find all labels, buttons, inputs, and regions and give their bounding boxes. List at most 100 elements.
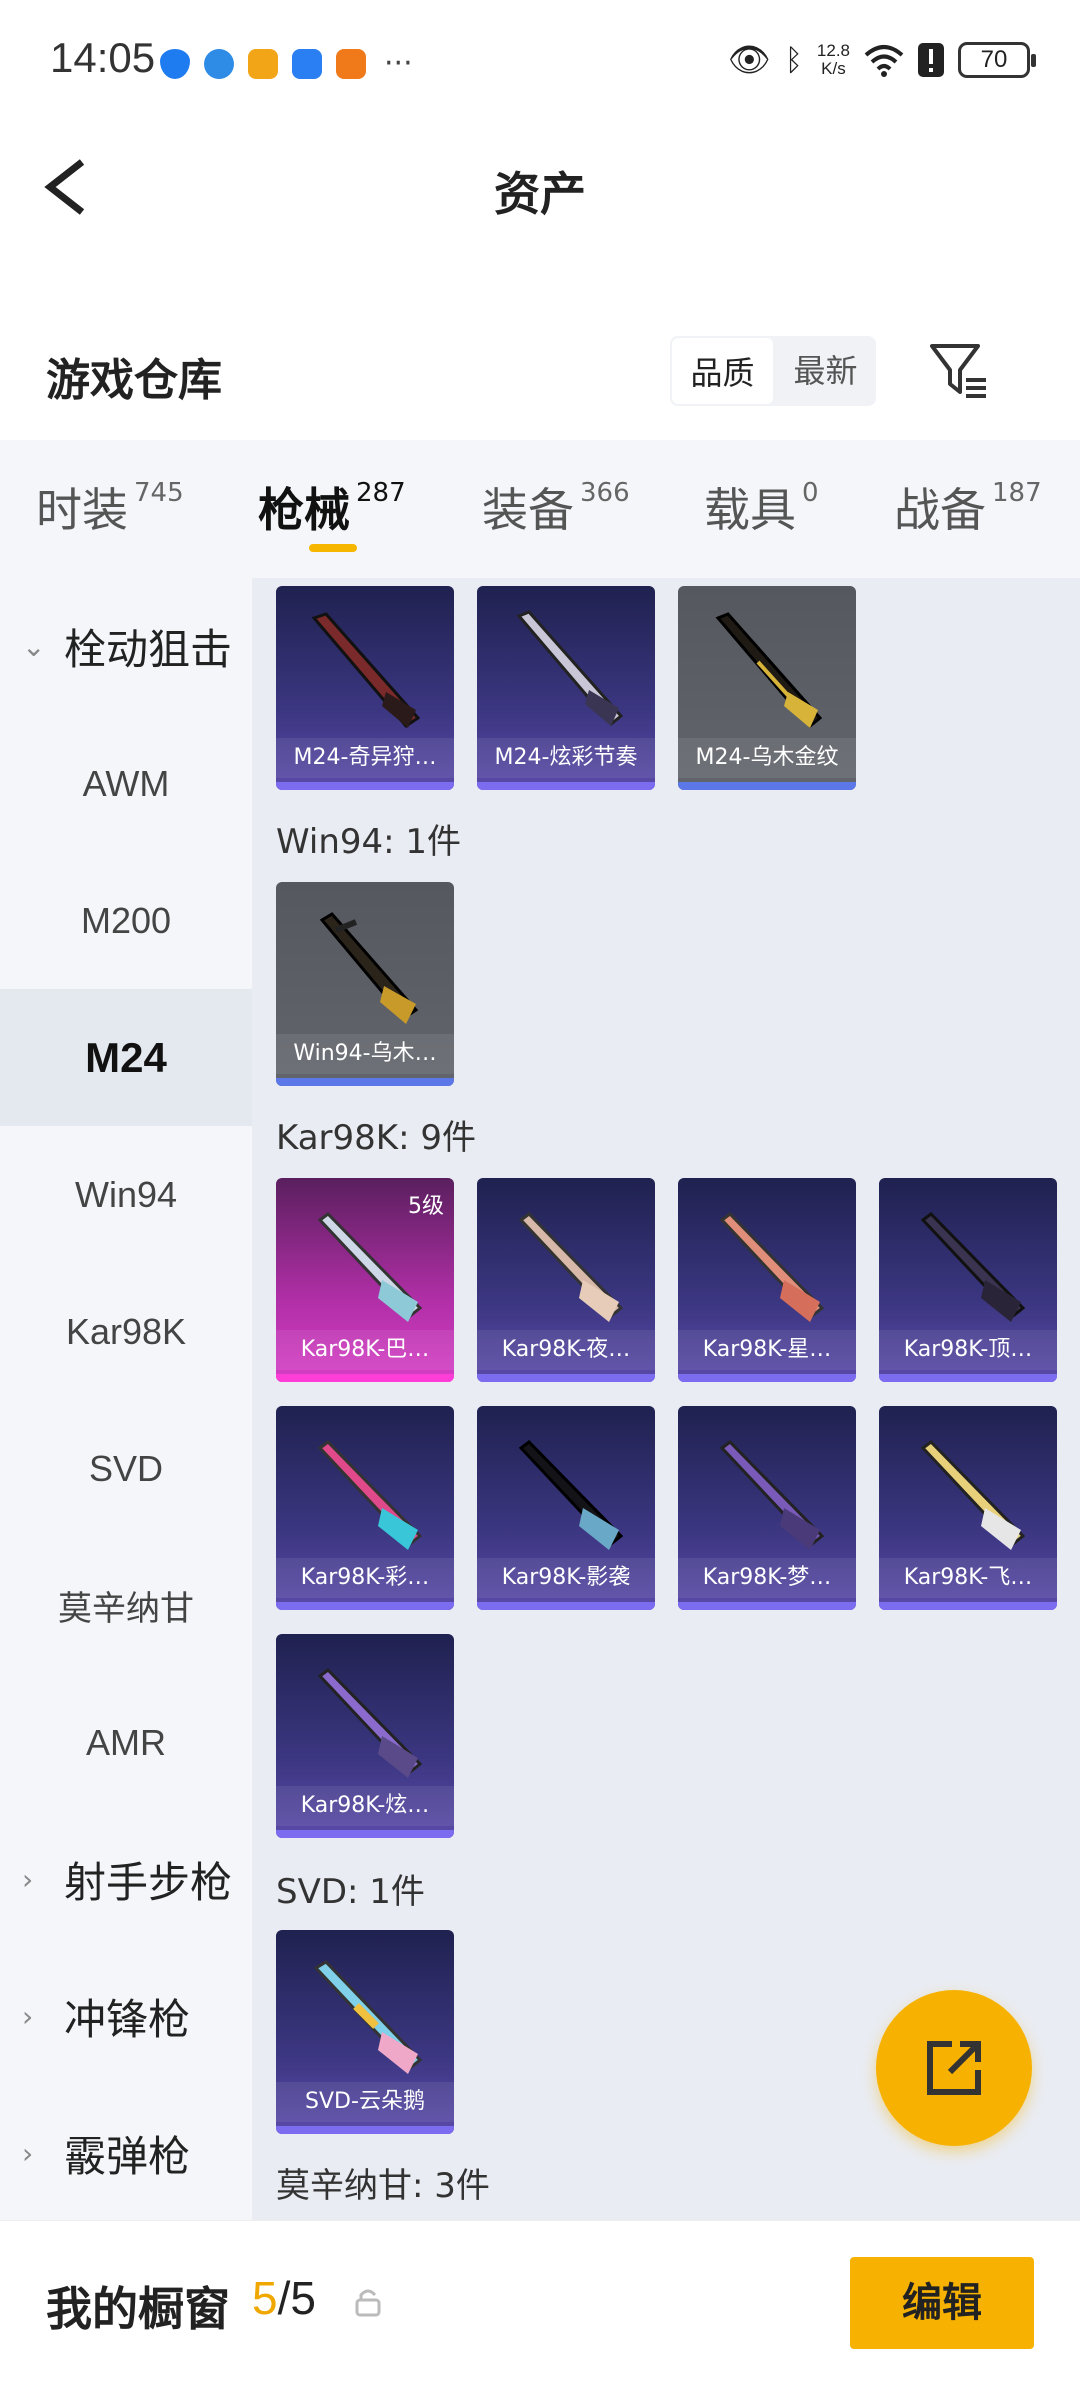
item-card[interactable]: Kar98K-梦… xyxy=(678,1406,856,1610)
item-card[interactable]: 5级 Kar98K-巴… xyxy=(276,1178,454,1382)
tab-count: 366 xyxy=(580,478,630,508)
item-name: Kar98K-影袭 xyxy=(477,1558,655,1598)
tab-firearms[interactable]: 枪械 287 xyxy=(258,474,406,540)
item-card[interactable]: M24-乌木金纹 xyxy=(678,586,856,790)
sidebar-item-label: 霰弹枪 xyxy=(64,2132,191,2181)
sidebar-item-label: 栓动狙击 xyxy=(64,625,233,674)
sidebar-item-label: 莫辛纳甘 xyxy=(58,1589,194,1629)
tab-fashion[interactable]: 时装 745 xyxy=(36,474,184,540)
rifle-icon xyxy=(317,1668,423,1778)
tab-label: 战备 xyxy=(894,483,986,537)
rarity-bar xyxy=(276,1830,454,1838)
rifle-icon xyxy=(518,1212,624,1322)
rifle-icon xyxy=(311,612,421,728)
tab-label: 时装 xyxy=(36,483,128,537)
active-tab-indicator xyxy=(309,544,357,552)
item-name: Kar98K-夜… xyxy=(477,1330,655,1370)
item-card[interactable]: Kar98K-顶… xyxy=(879,1178,1057,1382)
item-name: Kar98K-巴… xyxy=(276,1330,454,1370)
network-speed-value: 12.8 xyxy=(816,41,850,60)
item-name: Kar98K-顶… xyxy=(879,1330,1057,1370)
shield-app-icon xyxy=(160,48,190,79)
item-name: M24-奇异狩… xyxy=(276,738,454,778)
sidebar-item-svd[interactable]: SVD xyxy=(0,1400,252,1537)
chevron-right-icon: › xyxy=(22,2137,34,2170)
item-grid: M24-奇异狩… M24-炫彩节奏 M24-乌木金纹 Win94: 1件 Win… xyxy=(252,578,1080,2220)
rarity-bar xyxy=(477,782,655,790)
filter-icon[interactable] xyxy=(928,340,990,402)
chevron-down-icon: ⌄ xyxy=(22,630,46,663)
sidebar-item-mosin[interactable]: 莫辛纳甘 xyxy=(0,1537,252,1674)
sidebar-item-win94[interactable]: Win94 xyxy=(0,1126,252,1263)
rifle-icon xyxy=(317,1440,423,1550)
item-name: Kar98K-星… xyxy=(678,1330,856,1370)
sidebar-item-label: M200 xyxy=(80,899,172,941)
rarity-bar xyxy=(678,782,856,790)
wifi-icon xyxy=(864,45,904,77)
status-bar: 14:05 ··· 👁 ᛒ 12.8 K/s 70 xyxy=(0,0,1080,124)
rarity-bar xyxy=(879,1602,1057,1610)
item-name: Kar98K-梦… xyxy=(678,1558,856,1598)
item-card[interactable]: Kar98K-星… xyxy=(678,1178,856,1382)
section-label-mosin: 莫辛纳甘: 3件 xyxy=(276,2166,490,2206)
more-notifications-icon: ··· xyxy=(384,46,413,81)
section-label-kar98k: Kar98K: 9件 xyxy=(276,1118,476,1158)
item-card[interactable]: M24-炫彩节奏 xyxy=(477,586,655,790)
sidebar-group-bolt-action[interactable]: ⌄ 栓动狙击 xyxy=(0,578,252,715)
showcase-bar: 我的橱窗 5/5 编辑 xyxy=(0,2220,1080,2382)
sidebar-item-m24[interactable]: M24 xyxy=(0,989,252,1126)
share-icon xyxy=(927,2041,981,2095)
tab-combat-gear[interactable]: 战备 187 xyxy=(894,474,1042,540)
controller-app-icon xyxy=(336,48,366,79)
tab-count: 745 xyxy=(134,478,184,508)
rifle-icon xyxy=(518,1440,624,1550)
lock-icon xyxy=(355,2289,381,2317)
page-title: 资产 xyxy=(494,167,586,221)
sidebar-group-marksman[interactable]: › 射手步枪 xyxy=(0,1811,252,1948)
item-card[interactable]: Win94-乌木… xyxy=(276,882,454,1086)
item-card[interactable]: M24-奇异狩… xyxy=(276,586,454,790)
bluetooth-app-icon xyxy=(292,48,322,79)
showcase-title: 我的橱窗 xyxy=(46,2282,230,2336)
share-button[interactable] xyxy=(876,1990,1032,2146)
sidebar-item-kar98k[interactable]: Kar98K xyxy=(0,1263,252,1400)
sort-quality-option[interactable]: 品质 xyxy=(670,336,775,406)
alert-icon xyxy=(918,43,944,77)
sidebar-item-amr[interactable]: AMR xyxy=(0,1674,252,1811)
status-time: 14:05 xyxy=(50,34,156,81)
item-card[interactable]: Kar98K-炫… xyxy=(276,1634,454,1838)
sort-toggle: 品质 最新 xyxy=(670,336,876,406)
rarity-bar xyxy=(477,1374,655,1382)
rarity-bar xyxy=(879,1374,1057,1382)
tab-equipment[interactable]: 装备 366 xyxy=(482,474,630,540)
rifle-icon xyxy=(715,612,823,729)
showcase-count: 5/5 xyxy=(252,2271,316,2325)
sidebar-item-label: M24 xyxy=(85,1033,167,1081)
sidebar-item-awm[interactable]: AWM xyxy=(0,715,252,852)
edit-button[interactable]: 编辑 xyxy=(850,2257,1034,2349)
network-speed: 12.8 K/s xyxy=(817,42,850,78)
item-card[interactable]: Kar98K-影袭 xyxy=(477,1406,655,1610)
bluetooth-icon: ᛒ xyxy=(784,42,803,78)
tab-vehicles[interactable]: 载具 0 xyxy=(704,474,819,540)
category-tabs: 时装 745 枪械 287 装备 366 载具 0 战备 187 xyxy=(0,440,1080,578)
item-card[interactable]: Kar98K-飞… xyxy=(879,1406,1057,1610)
rifle-icon xyxy=(920,1440,1026,1550)
item-card[interactable]: SVD-云朵鹅 xyxy=(276,1930,454,2134)
item-name: SVD-云朵鹅 xyxy=(276,2082,454,2122)
sort-latest-option[interactable]: 最新 xyxy=(775,336,876,406)
sidebar-item-label: AMR xyxy=(86,1721,166,1763)
item-name: Kar98K-炫… xyxy=(276,1786,454,1826)
item-name: Kar98K-飞… xyxy=(879,1558,1057,1598)
rifle-icon xyxy=(920,1212,1026,1322)
sidebar-group-shotgun[interactable]: › 霰弹枪 xyxy=(0,2085,252,2220)
item-card[interactable]: Kar98K-彩… xyxy=(276,1406,454,1610)
rarity-bar xyxy=(276,1078,454,1086)
rarity-bar xyxy=(678,1602,856,1610)
item-card[interactable]: Kar98K-夜… xyxy=(477,1178,655,1382)
sidebar-item-m200[interactable]: M200 xyxy=(0,852,252,989)
sidebar-group-smg[interactable]: › 冲锋枪 xyxy=(0,1948,252,2085)
chevron-right-icon: › xyxy=(22,2000,34,2033)
sidebar-item-label: 射手步枪 xyxy=(64,1858,233,1907)
showcase-count-current: 5 xyxy=(252,2272,278,2324)
